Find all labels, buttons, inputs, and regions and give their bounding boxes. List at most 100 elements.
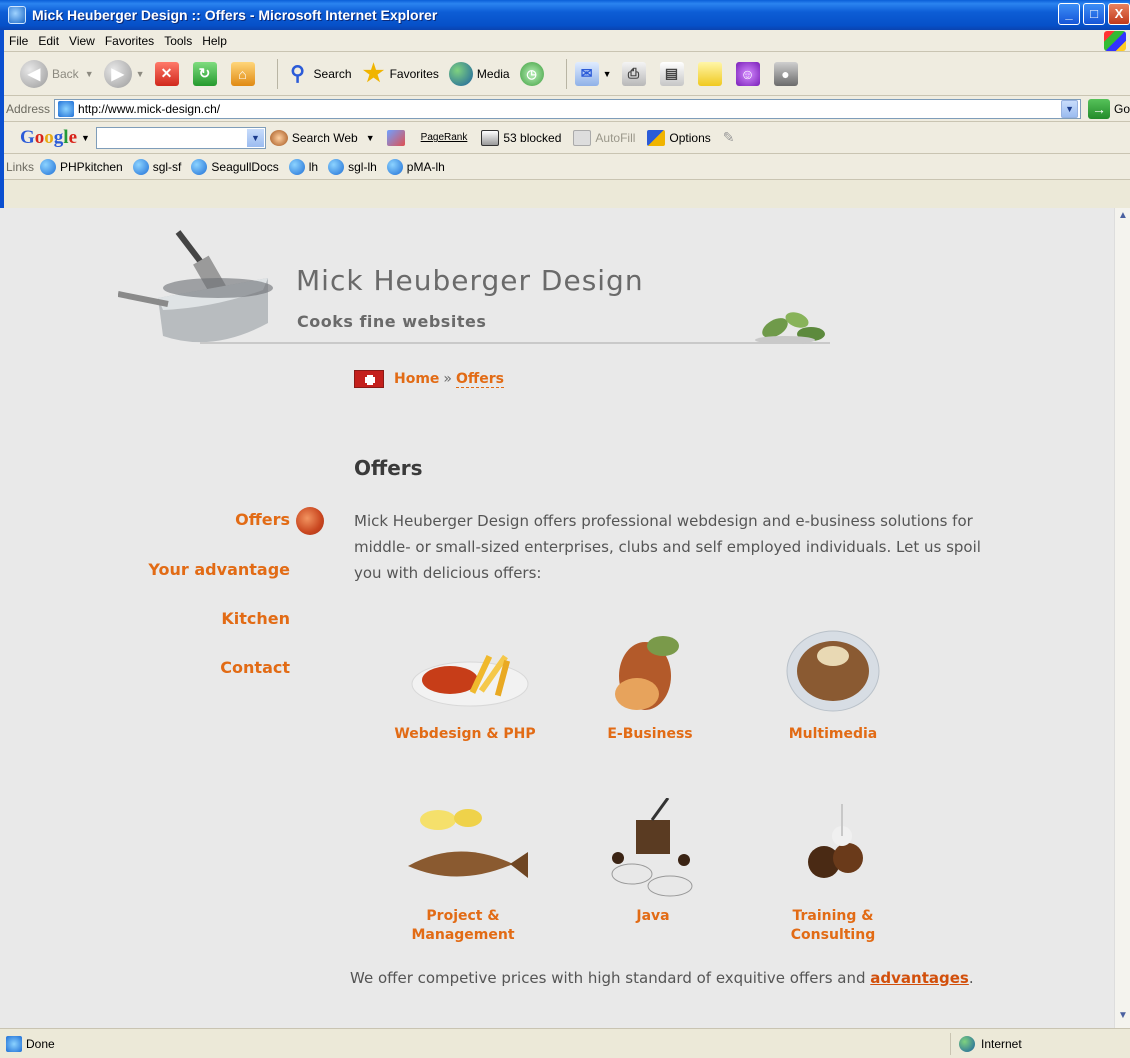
breadcrumb-separator: » (443, 371, 452, 387)
address-input[interactable]: http://www.mick-design.ch/ (54, 98, 1082, 119)
nav-your-advantage[interactable]: Your advantage (0, 560, 290, 579)
mail-icon: ✉ (574, 61, 599, 86)
link-seaguldocs[interactable]: SeagullDocs (191, 158, 279, 175)
autofill-button[interactable]: AutoFill (573, 129, 635, 146)
page-title: Offers (354, 456, 423, 480)
offer-java[interactable]: Java (568, 797, 738, 926)
page-icon (58, 100, 75, 117)
header-divider (200, 342, 830, 344)
advantages-link[interactable]: advantages (870, 969, 969, 987)
nav-kitchen[interactable]: Kitchen (0, 609, 290, 628)
print-button[interactable]: ⎙ (621, 61, 650, 86)
highlight-button[interactable]: ✎ (723, 129, 735, 146)
messenger-button[interactable]: ☺ (735, 61, 764, 86)
offer-e-business[interactable]: E-Business (565, 616, 735, 744)
nav-offers[interactable]: Offers (0, 510, 290, 529)
scroll-up-icon[interactable]: ▲ (1115, 210, 1130, 226)
offer-training-consulting[interactable]: Training & Consulting (748, 798, 918, 945)
title-bar[interactable]: Mick Heuberger Design :: Offers - Micros… (0, 0, 1130, 30)
menu-tools[interactable]: Tools (164, 34, 192, 48)
offer-multimedia[interactable]: Multimedia (748, 616, 918, 744)
outro-paragraph: We offer competive prices with high stan… (350, 969, 974, 987)
refresh-button[interactable]: ↻ (192, 61, 221, 86)
news-button[interactable] (386, 129, 409, 146)
ie-page-icon (191, 158, 208, 175)
menu-file[interactable]: File (9, 34, 28, 48)
vertical-scrollbar[interactable]: ▲ ▼ (1114, 208, 1130, 1028)
autofill-icon (573, 129, 592, 146)
home-button[interactable]: ⌂ (230, 61, 259, 86)
go-arrow-icon: → (1087, 98, 1110, 119)
minimize-button[interactable]: _ (1058, 3, 1080, 25)
google-menu-arrow-icon[interactable]: ▼ (81, 133, 90, 143)
google-toolbar: Google ▼ ▼ Search Web ▼ PageRank 53 bloc… (0, 122, 1130, 154)
pagerank-indicator[interactable]: PageRank (421, 132, 470, 143)
google-search-input[interactable]: ▼ (95, 126, 266, 149)
research-button[interactable]: ● (773, 61, 802, 86)
offer-project-management[interactable]: Project & Management (378, 798, 548, 945)
link-sgl-lh[interactable]: sgl-lh (328, 158, 377, 175)
link-sgl-sf[interactable]: sgl-sf (132, 158, 181, 175)
menu-help[interactable]: Help (202, 34, 227, 48)
links-label: Links (6, 159, 35, 174)
intro-paragraph: Mick Heuberger Design offers professiona… (354, 512, 981, 582)
offer-webdesign-php[interactable]: Webdesign & PHP (380, 616, 550, 744)
ie-page-icon (386, 158, 403, 175)
menu-favorites[interactable]: Favorites (105, 34, 154, 48)
menu-edit[interactable]: Edit (38, 34, 59, 48)
stop-button[interactable]: ✕ (154, 61, 183, 86)
discuss-button[interactable] (697, 61, 726, 86)
stop-icon: ✕ (154, 61, 179, 86)
printer-icon: ⎙ (621, 61, 646, 86)
pencil-icon: ✎ (722, 129, 735, 145)
window-title: Mick Heuberger Design :: Offers - Micros… (32, 7, 438, 23)
scroll-down-icon[interactable]: ▼ (1115, 1010, 1130, 1026)
history-icon: ◷ (519, 61, 544, 86)
google-logo[interactable]: Google (20, 127, 77, 149)
popup-blocker-button[interactable]: 53 blocked (481, 129, 561, 146)
notes-icon (697, 61, 722, 86)
messenger-icon: ☺ (735, 61, 760, 86)
breadcrumb-current-link[interactable]: Offers (456, 371, 504, 388)
search-web-button[interactable]: Search Web ▼ (269, 129, 375, 146)
ie-page-icon (328, 158, 345, 175)
ie-page-icon (40, 158, 57, 175)
swiss-flag-icon (354, 370, 384, 388)
mail-button[interactable]: ✉ ▼ (574, 61, 612, 86)
windows-logo-icon (1104, 31, 1126, 51)
coffee-grinder-image (611, 797, 693, 897)
forward-button[interactable]: ▶ ▼ (103, 59, 145, 88)
breadcrumb-home-link[interactable]: Home (394, 371, 439, 387)
standard-toolbar: ◀ Back ▼ ▶ ▼ ✕ ↻ ⌂ ⚲ Search ★ Favorites … (0, 52, 1130, 96)
status-page-icon (6, 1035, 22, 1052)
refresh-icon: ↻ (192, 61, 217, 86)
maximize-button[interactable]: □ (1083, 3, 1105, 25)
history-button[interactable]: ◷ (519, 61, 548, 86)
options-button[interactable]: Options (647, 129, 711, 146)
google-search-dropdown-icon[interactable]: ▼ (246, 128, 264, 147)
site-title: Mick Heuberger Design (296, 264, 644, 297)
media-button[interactable]: Media (448, 61, 510, 86)
search-button[interactable]: ⚲ Search (286, 62, 351, 86)
browser-window: Mick Heuberger Design :: Offers - Micros… (0, 0, 1130, 1058)
close-button[interactable]: X (1108, 3, 1130, 25)
edit-page-icon: ▤ (659, 61, 684, 86)
page-viewport: Mick Heuberger Design Cooks fine website… (0, 208, 1114, 1028)
favorites-button[interactable]: ★ Favorites (362, 60, 439, 87)
address-label: Address (6, 101, 51, 116)
link-pma-lh[interactable]: pMA-lh (386, 158, 445, 175)
address-dropdown-button[interactable]: ▼ (1061, 99, 1078, 118)
back-button[interactable]: ◀ Back ▼ (20, 59, 94, 88)
herbs-decoration-icon (755, 312, 825, 344)
go-button[interactable]: → Go (1087, 98, 1130, 119)
ie-icon (8, 6, 26, 24)
status-text: Done (26, 1036, 55, 1051)
edit-button[interactable]: ▤ (659, 61, 688, 86)
nav-contact[interactable]: Contact (0, 658, 290, 677)
link-lh[interactable]: lh (288, 158, 318, 175)
menu-view[interactable]: View (69, 34, 95, 48)
link-phpkitchen[interactable]: PHPkitchen (40, 158, 123, 175)
options-icon (647, 129, 666, 146)
forward-arrow-icon: ▶ (103, 59, 132, 88)
skewers-bowl-image (786, 630, 880, 712)
